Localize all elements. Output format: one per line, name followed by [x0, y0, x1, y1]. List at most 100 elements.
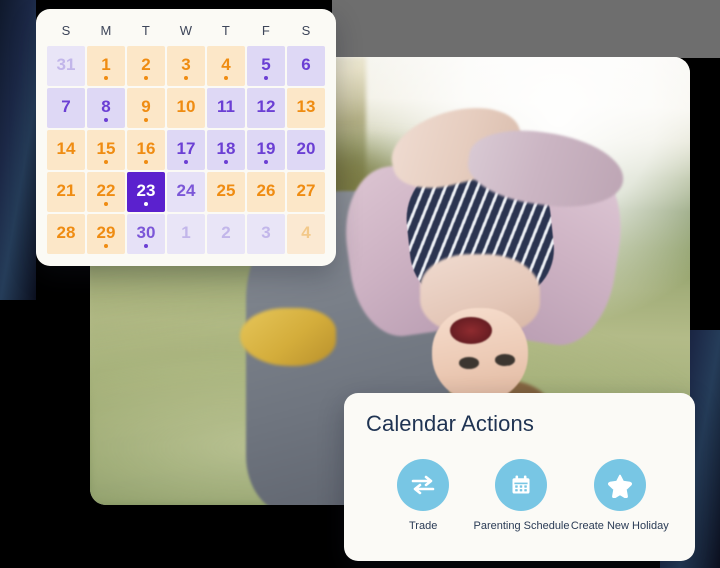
- calendar-day-number: 26: [256, 181, 276, 200]
- calendar-day-number: 1: [101, 55, 111, 74]
- action-parenting-schedule[interactable]: Parenting Schedule: [472, 459, 570, 533]
- calendar-day-cell[interactable]: 3: [247, 214, 285, 254]
- calendar-weekday-4: T: [221, 23, 231, 38]
- calendar-day-event-dot: [104, 160, 108, 164]
- calendar-day-event-dot: [224, 160, 228, 164]
- calendar-day-event-dot: [144, 202, 148, 206]
- calendar-day-number: 25: [216, 181, 236, 200]
- calendar-day-number: 4: [301, 223, 311, 242]
- calendar-day-cell[interactable]: 20: [287, 130, 325, 170]
- calendar-day-number: 10: [176, 97, 196, 116]
- swap-arrows-icon[interactable]: [397, 459, 450, 511]
- calendar-day-number: 15: [96, 139, 116, 158]
- calendar-day-cell[interactable]: 2: [207, 214, 245, 254]
- calendar-day-cell[interactable]: 8: [87, 88, 125, 128]
- calendar-day-number: 8: [101, 97, 111, 116]
- calendar-day-cell[interactable]: 29: [87, 214, 125, 254]
- calendar-day-event-dot: [144, 118, 148, 122]
- calendar-day-cell[interactable]: 25: [207, 172, 245, 212]
- calendar-day-event-dot: [224, 76, 228, 80]
- calendar-weekday-2: T: [141, 23, 151, 38]
- calendar-day-cell[interactable]: 23: [127, 172, 165, 212]
- calendar-day-event-dot: [184, 160, 188, 164]
- calendar-day-number: 2: [141, 55, 151, 74]
- calendar-day-cell[interactable]: 26: [247, 172, 285, 212]
- calendar-weekday-6: S: [301, 23, 311, 38]
- calendar-day-cell[interactable]: 1: [87, 46, 125, 86]
- calendar-day-number: 14: [56, 139, 76, 158]
- photo-child-mouth: [450, 316, 492, 344]
- calendar-day-number: 17: [176, 139, 196, 158]
- calendar-day-event-dot: [264, 76, 268, 80]
- calendar-day-number: 12: [256, 97, 276, 116]
- calendar-day-event-dot: [144, 76, 148, 80]
- calendar-day-number: 18: [216, 139, 236, 158]
- calendar-day-number: 11: [217, 97, 235, 116]
- calendar-day-cell[interactable]: 5: [247, 46, 285, 86]
- calendar-day-number: 9: [141, 97, 151, 116]
- calendar-day-event-dot: [104, 244, 108, 248]
- calendar-weekday-0: S: [61, 23, 71, 38]
- calendar-day-number: 27: [296, 181, 316, 200]
- calendar-day-cell[interactable]: 15: [87, 130, 125, 170]
- calendar-day-number: 5: [261, 55, 271, 74]
- calendar-day-cell[interactable]: 24: [167, 172, 205, 212]
- calendar-day-number: 24: [176, 181, 196, 200]
- calendar-day-cell[interactable]: 12: [247, 88, 285, 128]
- calendar-day-number: 7: [61, 97, 71, 116]
- calendar-day-number: 6: [301, 55, 311, 74]
- calendar-day-cell[interactable]: 3: [167, 46, 205, 86]
- calendar-day-number: 3: [181, 55, 191, 74]
- action-create-new-holiday-label: Create New Holiday: [570, 520, 669, 532]
- calendar-day-event-dot: [104, 76, 108, 80]
- calendar-day-cell[interactable]: 31: [47, 46, 85, 86]
- calendar-day-event-dot: [264, 160, 268, 164]
- calendar-day-cell[interactable]: 9: [127, 88, 165, 128]
- photo-child-eye-left: [459, 357, 480, 369]
- calendar-day-cell[interactable]: 30: [127, 214, 165, 254]
- calendar-icon[interactable]: [495, 459, 548, 511]
- calendar-day-number: 28: [56, 223, 76, 242]
- calendar-day-cell[interactable]: 18: [207, 130, 245, 170]
- action-create-new-holiday[interactable]: Create New Holiday: [571, 459, 669, 533]
- calendar-day-cell[interactable]: 10: [167, 88, 205, 128]
- action-trade[interactable]: Trade: [374, 459, 472, 533]
- calendar-day-cell[interactable]: 2: [127, 46, 165, 86]
- calendar-day-event-dot: [144, 244, 148, 248]
- calendar-day-cell[interactable]: 28: [47, 214, 85, 254]
- calendar-day-cell[interactable]: 4: [207, 46, 245, 86]
- calendar-day-cell[interactable]: 19: [247, 130, 285, 170]
- calendar-day-cell[interactable]: 16: [127, 130, 165, 170]
- calendar-day-cell[interactable]: 7: [47, 88, 85, 128]
- calendar-weekday-header: SMTWTFS: [47, 21, 325, 41]
- calendar-day-number: 23: [136, 181, 156, 200]
- calendar-weekday-5: F: [261, 23, 271, 38]
- calendar-day-cell[interactable]: 22: [87, 172, 125, 212]
- calendar-card: SMTWTFS 31 1 2 3 4 5 6 7 8 9 10 11 12 13 14 15 16 17 18 19 2…: [36, 9, 336, 266]
- calendar-day-cell[interactable]: 13: [287, 88, 325, 128]
- calendar-day-number: 2: [221, 223, 231, 242]
- calendar-day-cell[interactable]: 11: [207, 88, 245, 128]
- calendar-day-number: 21: [56, 181, 76, 200]
- calendar-actions-row: Trade Parenting Schedule Create New Holi…: [366, 459, 675, 533]
- calendar-day-cell[interactable]: 14: [47, 130, 85, 170]
- calendar-day-cell[interactable]: 4: [287, 214, 325, 254]
- calendar-day-number: 1: [181, 223, 191, 242]
- calendar-actions-card: Calendar Actions Trade Parenting Schedul…: [344, 393, 695, 561]
- calendar-actions-title: Calendar Actions: [366, 411, 534, 436]
- calendar-day-number: 31: [56, 55, 76, 74]
- calendar-day-event-dot: [104, 202, 108, 206]
- calendar-day-cell[interactable]: 6: [287, 46, 325, 86]
- calendar-day-cell[interactable]: 21: [47, 172, 85, 212]
- calendar-day-number: 30: [136, 223, 156, 242]
- calendar-day-number: 13: [296, 97, 316, 116]
- calendar-weekday-3: W: [179, 23, 193, 38]
- calendar-day-cell[interactable]: 17: [167, 130, 205, 170]
- calendar-day-cell[interactable]: 27: [287, 172, 325, 212]
- star-icon[interactable]: [593, 459, 646, 511]
- calendar-weekday-1: M: [100, 23, 112, 38]
- calendar-day-number: 16: [136, 139, 156, 158]
- calendar-day-number: 4: [221, 55, 231, 74]
- calendar-day-cell[interactable]: 1: [167, 214, 205, 254]
- calendar-day-number: 19: [256, 139, 276, 158]
